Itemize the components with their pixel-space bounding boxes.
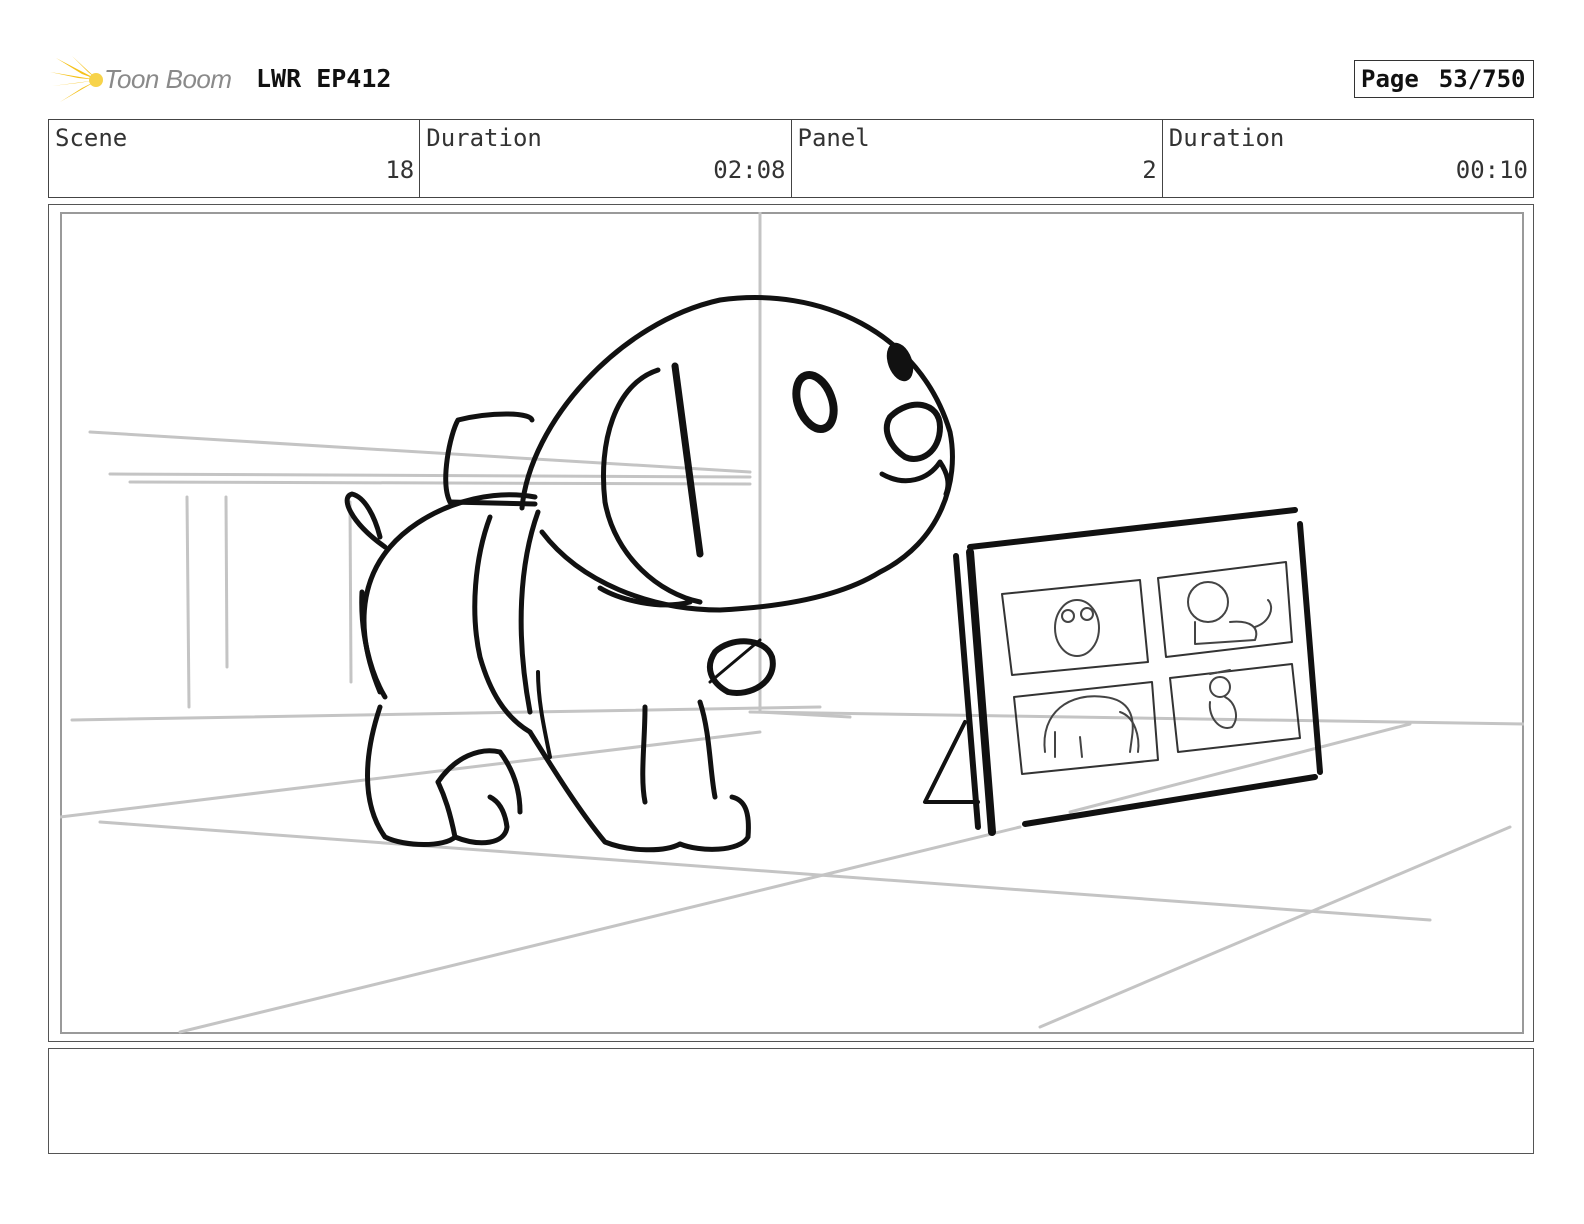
elephant-sketch (1043, 695, 1140, 758)
scene-label: Scene (55, 124, 128, 152)
storyboard-sketch (60, 212, 1524, 1034)
page-indicator: Page 53/750 (1354, 60, 1534, 98)
page-label: Page (1361, 65, 1419, 93)
panel-duration-value: 00:10 (1455, 156, 1528, 184)
owl-sketch (1054, 599, 1100, 657)
puppy-sketch (344, 295, 955, 853)
panel-cell: Panel 2 (792, 120, 1163, 197)
scene-duration-value: 02:08 (713, 156, 786, 184)
lion-sketch (1187, 581, 1273, 645)
panel-duration-label: Duration (1168, 124, 1285, 152)
scene-value: 18 (385, 156, 415, 184)
panel-info-table: Scene 18 Duration 02:08 Panel 2 Duration… (48, 119, 1534, 198)
scene-duration-label: Duration (426, 124, 542, 152)
logo-text: Toon Boom (104, 64, 232, 94)
project-title: LWR EP412 (256, 64, 392, 93)
panel-label: Panel (797, 124, 870, 152)
panel-duration-cell: Duration 00:10 (1163, 120, 1533, 197)
page-number: 53/750 (1438, 65, 1526, 93)
scene-cell: Scene 18 (49, 120, 421, 197)
scene-duration-cell: Duration 02:08 (420, 120, 792, 197)
panel-value: 2 (1142, 156, 1157, 184)
picture-board (923, 507, 1323, 836)
notes-box (48, 1048, 1534, 1154)
background-room-lines (60, 212, 1524, 1034)
